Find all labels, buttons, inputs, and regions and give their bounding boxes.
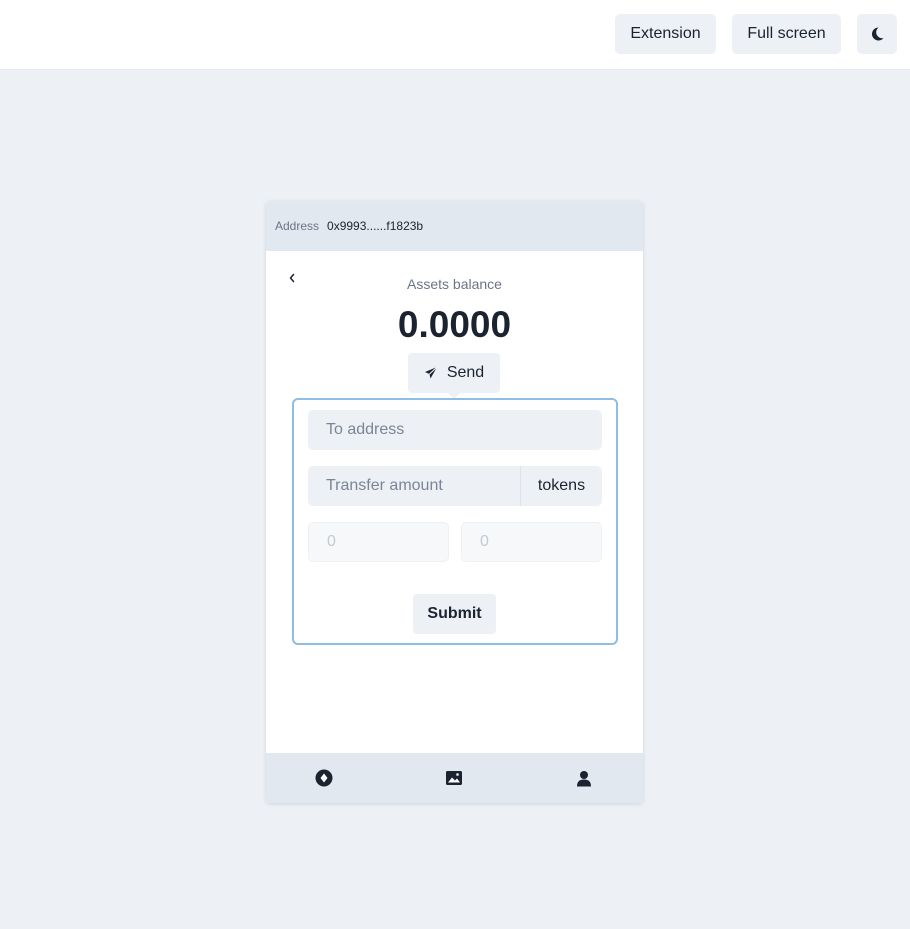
balance-value: 0.0000 [397, 304, 512, 345]
image-icon [446, 771, 462, 785]
to-address-input[interactable] [308, 410, 602, 450]
numeric-input-left[interactable] [308, 522, 449, 562]
numeric-input-right[interactable] [461, 522, 602, 562]
fullscreen-button[interactable]: Full screen [732, 14, 841, 54]
assets-balance-label: Assets balance [407, 276, 502, 292]
address-value[interactable]: 0x9993......f1823b [327, 219, 423, 233]
moon-icon [871, 27, 884, 41]
compass-icon [315, 769, 333, 787]
nav-profile[interactable] [574, 768, 594, 788]
top-bar: Extension Full screen [0, 0, 910, 70]
wallet-panel: Address 0x9993......f1823b Assets balanc… [266, 201, 643, 803]
extension-button[interactable]: Extension [615, 14, 716, 54]
theme-toggle-button[interactable] [857, 14, 897, 54]
send-form: tokens Submit [292, 398, 618, 645]
transfer-amount-input[interactable] [308, 466, 520, 506]
bottom-nav [266, 753, 643, 803]
user-icon [577, 770, 591, 786]
send-label: Send [446, 364, 485, 381]
address-label: Address [275, 219, 320, 233]
submit-button[interactable]: Submit [413, 594, 496, 634]
address-bar: Address 0x9993......f1823b [266, 201, 643, 251]
nav-compass[interactable] [314, 768, 334, 788]
amount-unit-label: tokens [520, 466, 602, 506]
paper-plane-icon [424, 366, 438, 379]
nav-gallery[interactable] [444, 768, 464, 788]
send-button[interactable]: Send [408, 353, 500, 393]
